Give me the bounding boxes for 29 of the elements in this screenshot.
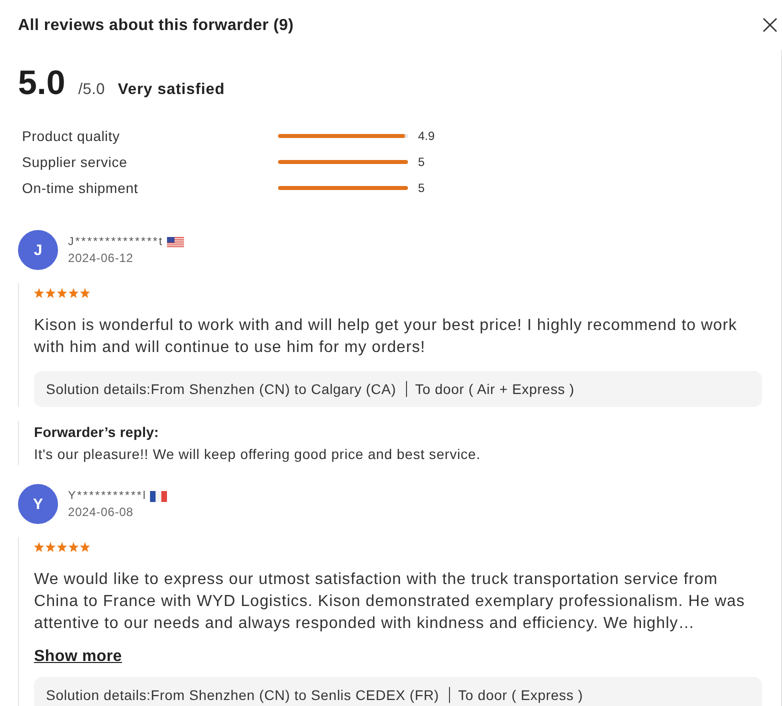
dialog-title: All reviews about this forwarder (9) bbox=[18, 16, 294, 36]
reply-text: It's our pleasure!! We will keep offering good price and best service. bbox=[34, 445, 480, 464]
solution-route: Solution details:From Shenzhen (CN) to Senlis CEDEX (FR) bbox=[46, 687, 440, 703]
delivery-mode: To door ( Air + Express ) bbox=[415, 381, 574, 397]
overall-score: 5.0 bbox=[18, 63, 66, 103]
close-button[interactable] bbox=[763, 18, 777, 32]
rating-value: 4.9 bbox=[418, 129, 435, 143]
french-flag-icon bbox=[150, 490, 167, 502]
reviewer-name: J**************t bbox=[68, 235, 164, 250]
show-more-link[interactable]: Show more bbox=[34, 646, 122, 668]
us-flag-icon bbox=[166, 236, 184, 248]
rating-value: 5 bbox=[418, 181, 425, 195]
user-avatar: J bbox=[18, 230, 58, 270]
review-date: 2024-06-08 bbox=[68, 504, 134, 520]
review-text: We would like to express our utmost satisfaction with the truck transportation service from China to France with WYD Logistics. Kison demonstrated exemplary professionalism. He was attentive to our needs and always responded with kindness and efficiency. We highly… bbox=[34, 570, 746, 634]
reply-heading: Forwarder’s reply: bbox=[34, 423, 159, 442]
rating-label: Product quality bbox=[22, 128, 121, 144]
delivery-mode: To door ( Express ) bbox=[458, 687, 583, 703]
close-icon bbox=[763, 18, 777, 32]
review-text: Kison is wonderful to work with and will help get your best price! I highly recommend to work with him and will continue to use him for my orders! bbox=[34, 316, 738, 358]
user-avatar: Y bbox=[18, 484, 58, 524]
rating-value: 5 bbox=[418, 155, 425, 169]
solution-route: Solution details:From Shenzhen (CN) to Calgary (CA) bbox=[46, 381, 396, 397]
reviewer-name: Y***********l bbox=[68, 489, 147, 504]
review-date: 2024-06-12 bbox=[68, 250, 134, 266]
score-maximum: /5.0 bbox=[78, 81, 105, 99]
satisfaction-label: Very satisfied bbox=[118, 81, 225, 99]
rating-label: On-time shipment bbox=[22, 180, 140, 196]
rating-label: Supplier service bbox=[22, 154, 128, 170]
